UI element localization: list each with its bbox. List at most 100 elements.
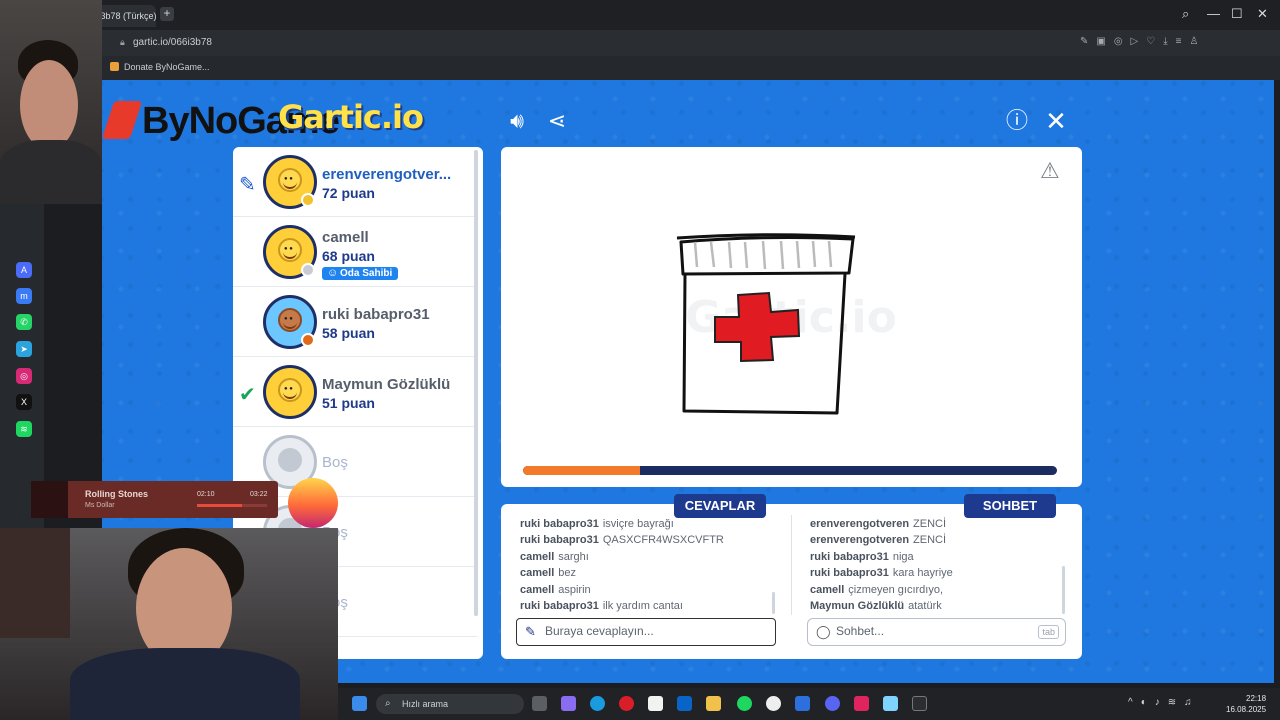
player-row[interactable]: ● ● camell 68 puan Oda Sahibi xyxy=(233,217,477,287)
address-bar-icons[interactable]: ✎▣◎▷♡⤓≡♙ xyxy=(1080,36,1206,47)
aria-icon[interactable]: A xyxy=(16,262,32,278)
lock-icon: 🔒︎ xyxy=(120,37,125,47)
streamer-webcam-small xyxy=(0,0,102,204)
outlook-icon[interactable] xyxy=(677,696,692,711)
app-icon[interactable] xyxy=(766,696,781,711)
message-row: ruki babapro31 niga xyxy=(810,549,1060,565)
system-tray-icons[interactable]: ^◐♪≋♫ xyxy=(1128,697,1200,708)
player-status-dot xyxy=(301,263,315,277)
answer-input[interactable]: ✎ Buraya cevaplayın... xyxy=(516,618,776,646)
message-row: camell çizmeyen gıcırdıyo, xyxy=(810,582,1060,598)
message-row: ruki babapro31 kara hayriye xyxy=(810,565,1060,581)
message-row: ruki babapro31 isviçre bayrağı xyxy=(520,516,770,532)
exit-icon[interactable]: ✕ xyxy=(1043,108,1069,134)
chat-divider xyxy=(791,515,792,615)
github-icon[interactable] xyxy=(912,696,927,711)
taskbar-search[interactable]: ⌕ Hızlı arama xyxy=(376,694,524,714)
screen: Genel #6i3b78 (Türkçe) - G × + ⌕ — ☐ ✕ 🔒… xyxy=(0,0,1280,720)
minimize-icon[interactable]: — xyxy=(1207,6,1220,21)
player-score: 72 puan xyxy=(322,185,375,201)
bookmark-donate[interactable]: Donate ByNoGame... xyxy=(110,62,210,72)
message-text: çizmeyen gıcırdıyo, xyxy=(848,583,944,596)
opera-icon[interactable] xyxy=(619,696,634,711)
edge-icon[interactable] xyxy=(590,696,605,711)
player-row[interactable]: ✔ ● ● Maymun Gözlüklü 51 puan xyxy=(233,357,477,427)
start-icon[interactable] xyxy=(352,696,367,711)
now-playing-widget: Rolling Stones Ms Dollar 02:10 03:22 xyxy=(31,481,278,518)
steam-icon[interactable] xyxy=(795,696,810,711)
sound-icon[interactable]: 🔊︎ xyxy=(504,108,530,134)
player-score: 68 puan xyxy=(322,248,375,264)
player-row[interactable]: ✎ ● ● erenverengotver... 72 puan xyxy=(233,147,477,217)
info-icon[interactable]: ⓘ xyxy=(1004,108,1030,134)
taskbar-clock[interactable]: 22:18 16.08.2025 xyxy=(1226,693,1266,715)
notepad-icon[interactable] xyxy=(883,696,898,711)
share-icon[interactable]: ⋖ xyxy=(544,108,570,134)
instagram-icon[interactable]: ◎ xyxy=(16,368,32,384)
chat-bubble-icon: ◯ xyxy=(816,624,831,639)
message-text: niga xyxy=(892,550,914,563)
player-name: camell xyxy=(322,229,369,246)
message-user: camell xyxy=(520,550,555,563)
player-row[interactable]: ● ● ruki babapro31 58 puan xyxy=(233,287,477,357)
player-score: 58 puan xyxy=(322,325,375,341)
copilot-icon[interactable] xyxy=(561,696,576,711)
whatsapp-icon[interactable]: ✆ xyxy=(16,314,32,330)
message-text: ZENCİ xyxy=(913,518,947,530)
task-view-icon[interactable] xyxy=(532,696,547,711)
discord-icon[interactable] xyxy=(825,696,840,711)
message-row: ruki babapro31 QASXCFR4WSXCVFTR xyxy=(520,532,770,548)
search-icon: ⌕ xyxy=(385,698,391,709)
report-warning-icon[interactable]: ⚠ xyxy=(1040,158,1060,184)
pocket-icon[interactable] xyxy=(854,696,869,711)
message-user: ruki babapro31 xyxy=(520,518,599,530)
x-icon[interactable]: X xyxy=(16,394,32,410)
pencil-drawing-icon: ✎ xyxy=(239,174,256,196)
album-cover xyxy=(31,481,68,518)
chat-input[interactable]: ◯ Sohbet... tab xyxy=(807,618,1066,646)
new-tab-button[interactable]: + xyxy=(160,7,174,21)
tab-key-hint: tab xyxy=(1038,625,1059,639)
message-text: bez xyxy=(558,567,576,580)
track-artist: Ms Dollar xyxy=(85,502,115,509)
message-row: erenverengotveren ZENCİ xyxy=(810,516,1060,532)
track-title: Rolling Stones xyxy=(85,489,148,499)
chat-scrollbar[interactable] xyxy=(1062,566,1065,614)
gartic-logo: Gartic.io xyxy=(278,98,424,136)
avatar: ● ● xyxy=(263,365,317,419)
answers-scrollbar[interactable] xyxy=(772,592,775,614)
search-tabs-icon[interactable]: ⌕ xyxy=(1182,6,1189,22)
player-name: erenverengotver... xyxy=(322,166,452,183)
drawing-canvas[interactable]: Gartic.io xyxy=(501,147,1082,487)
message-row: erenverengotveren ZENCİ xyxy=(810,532,1060,548)
url-field[interactable]: gartic.io/066i3b78 xyxy=(133,37,212,48)
answer-input-placeholder: Buraya cevaplayın... xyxy=(545,624,654,638)
maximize-icon[interactable]: ☐ xyxy=(1231,6,1243,22)
bookmark-label: Donate ByNoGame... xyxy=(124,62,210,72)
player-score: 51 puan xyxy=(322,395,375,411)
message-user: erenverengotveren xyxy=(810,518,910,530)
chat-input-placeholder: Sohbet... xyxy=(836,624,885,638)
message-text: atatürk xyxy=(908,600,942,613)
message-text: QASXCFR4WSXCVFTR xyxy=(602,534,724,547)
message-text: isviçre bayrağı xyxy=(602,518,674,530)
close-window-icon[interactable]: ✕ xyxy=(1257,6,1268,22)
clock-time: 22:18 xyxy=(1246,694,1267,703)
folder-icon[interactable] xyxy=(706,696,721,711)
streamer-webcam-large xyxy=(0,528,338,720)
player-status-dot xyxy=(301,333,315,347)
messenger-icon[interactable]: m xyxy=(16,288,32,304)
spotify-taskbar-icon[interactable] xyxy=(737,696,752,711)
answers-header: CEVAPLAR xyxy=(674,494,766,518)
spotify-icon[interactable]: ≋ xyxy=(16,421,32,437)
message-user: camell xyxy=(810,583,845,596)
taskbar-search-label: Hızlı arama xyxy=(402,699,449,709)
players-scrollbar[interactable] xyxy=(474,150,478,616)
telegram-icon[interactable]: ➤ xyxy=(16,341,32,357)
message-user: Maymun Gözlüklü xyxy=(810,600,905,613)
message-row: Maymun Gözlüklü atatürk xyxy=(810,598,1060,614)
message-text: ZENCİ xyxy=(913,534,947,547)
message-row: camell sarghı xyxy=(520,549,770,565)
store-icon[interactable] xyxy=(648,696,663,711)
message-user: ruki babapro31 xyxy=(520,534,599,547)
